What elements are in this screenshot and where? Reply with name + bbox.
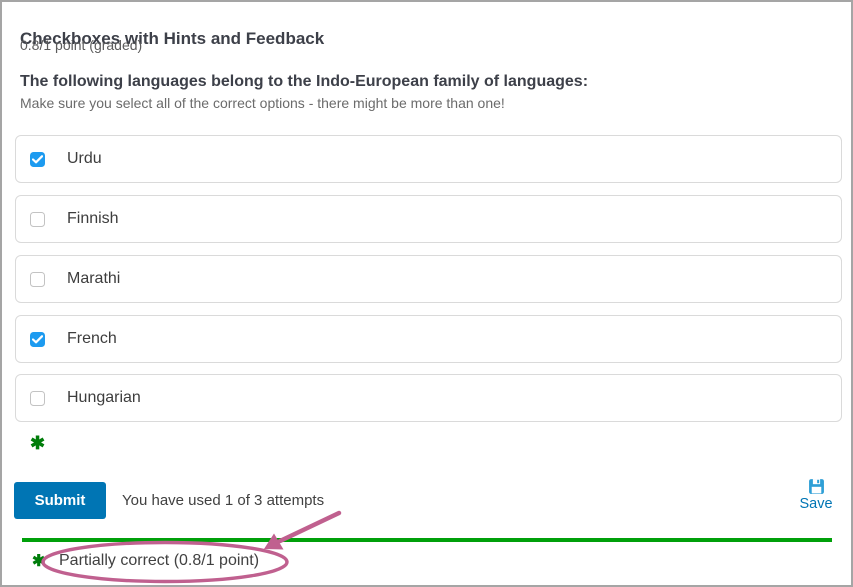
checkbox-hungarian[interactable] — [30, 391, 45, 406]
save-button[interactable]: Save — [795, 478, 837, 512]
submit-button[interactable]: Submit — [14, 482, 106, 519]
feedback-divider — [22, 538, 832, 542]
question-hint: Make sure you select all of the correct … — [20, 95, 505, 111]
checkmark-icon — [32, 335, 43, 344]
checkbox-finnish[interactable] — [30, 212, 45, 227]
checkmark-icon — [32, 155, 43, 164]
choice-label: Finnish — [67, 210, 119, 228]
problem-score: 0.8/1 point (graded) — [20, 37, 142, 53]
choice-row-marathi[interactable]: Marathi — [15, 255, 842, 303]
checkbox-marathi[interactable] — [30, 272, 45, 287]
problem-page: Checkboxes with Hints and Feedback 0.8/1… — [0, 0, 853, 587]
choice-label: Urdu — [67, 150, 102, 168]
choice-row-finnish[interactable]: Finnish — [15, 195, 842, 243]
choice-row-hungarian[interactable]: Hungarian — [15, 374, 842, 422]
checkbox-urdu[interactable] — [30, 152, 45, 167]
asterisk-icon: ✱ — [32, 551, 45, 571]
choice-label: Marathi — [67, 270, 120, 288]
attempts-status: You have used 1 of 3 attempts — [122, 482, 324, 519]
choice-row-urdu[interactable]: Urdu — [15, 135, 842, 183]
feedback-status: Partially correct (0.8/1 point) — [59, 552, 259, 570]
save-icon — [808, 478, 825, 495]
question-text: The following languages belong to the In… — [20, 73, 588, 91]
choice-label: French — [67, 330, 117, 348]
save-label: Save — [799, 496, 832, 512]
asterisk-icon: ✱ — [30, 433, 45, 454]
choice-row-french[interactable]: French — [15, 315, 842, 363]
choice-label: Hungarian — [67, 389, 141, 407]
checkbox-french[interactable] — [30, 332, 45, 347]
